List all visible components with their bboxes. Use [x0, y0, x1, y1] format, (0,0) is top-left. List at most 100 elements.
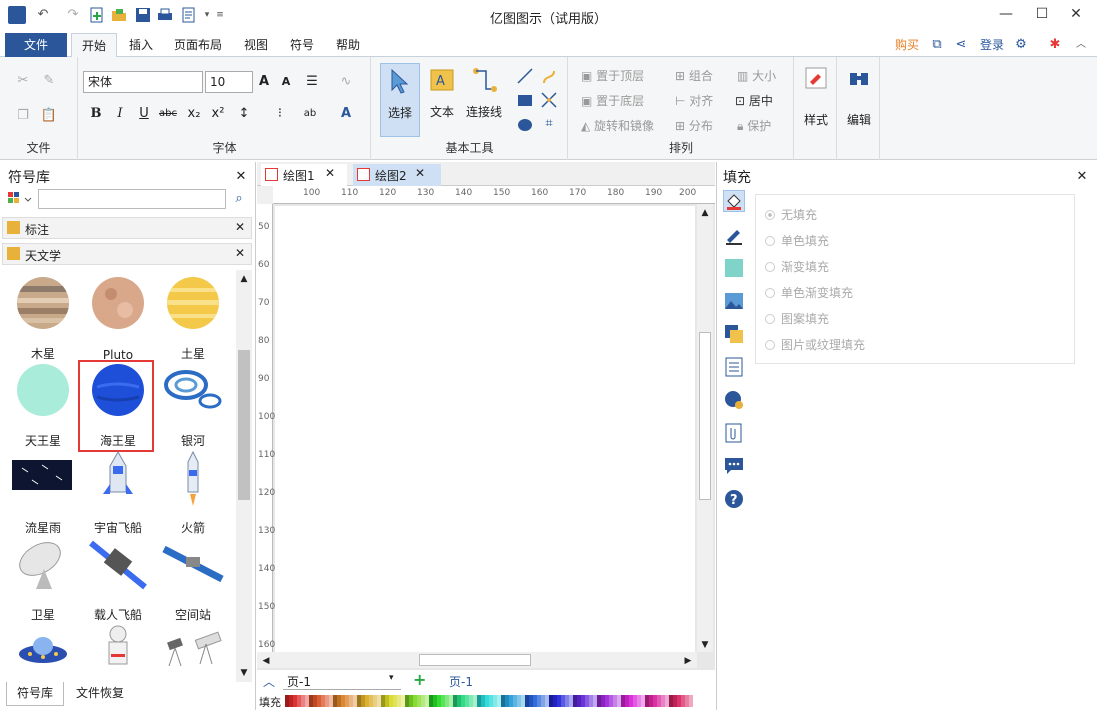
share-icon[interactable]: ⋖ [952, 36, 970, 54]
crop-tool-icon[interactable]: ⌗ [540, 115, 558, 133]
strikethrough-icon[interactable]: abc [159, 105, 177, 123]
settings-gear-icon[interactable]: ⚙ [1012, 36, 1030, 54]
font-size-select[interactable]: 10 [205, 71, 253, 93]
option-pattern-fill[interactable]: 图案填充 [765, 310, 829, 330]
login-link[interactable]: 登录 [976, 33, 1008, 57]
bring-to-front-button[interactable]: ▣ 置于顶层 [581, 67, 644, 84]
style-icon[interactable] [805, 67, 827, 92]
align-button[interactable]: ⊢ 对齐 [675, 92, 713, 109]
help-icon[interactable]: ? [723, 488, 745, 510]
cross-tool-icon[interactable] [540, 91, 558, 112]
curve-tool-icon[interactable] [540, 67, 558, 88]
line-style-icon[interactable] [723, 224, 745, 246]
symbol-rocket[interactable]: 火箭 [156, 450, 230, 536]
bullets-icon[interactable]: ⁝ [271, 105, 289, 123]
rotate-mirror-button[interactable]: ◭ 旋转和镜像 [581, 117, 654, 134]
doc-tab-2[interactable]: 绘图2 ✕ [353, 164, 441, 186]
doc-tab-1[interactable]: 绘图1 ✕ [261, 164, 347, 186]
canvas-horizontal-scrollbar[interactable]: ◀ ▶ [257, 652, 697, 668]
attachment-icon[interactable] [723, 422, 745, 444]
page-select[interactable]: 页-1 ▾ [283, 672, 401, 690]
symbol-space-station[interactable]: 空间站 [156, 537, 230, 623]
layers-icon[interactable] [723, 323, 745, 345]
tab-symbol[interactable]: 符号 [282, 33, 322, 57]
style-button[interactable]: 样式 [795, 111, 837, 128]
italic-icon[interactable]: I [111, 105, 129, 123]
send-to-back-button[interactable]: ▣ 置于底层 [581, 92, 644, 109]
group-button[interactable]: ⊞ 组合 [675, 67, 713, 84]
page-tab[interactable]: 页-1 [449, 673, 473, 690]
library-header-astronomy[interactable]: 天文学 ✕ [2, 243, 252, 265]
bold-icon[interactable]: B [87, 105, 105, 123]
scrollbar-thumb[interactable] [238, 350, 250, 500]
center-button[interactable]: ⊡ 居中 [735, 92, 773, 109]
align-icon[interactable]: ☰ [303, 73, 321, 91]
app-theme-icon[interactable]: ✱ [1046, 36, 1064, 54]
size-button[interactable]: ▥ 大小 [737, 67, 776, 84]
scroll-right-icon[interactable]: ▶ [679, 652, 697, 670]
symbol-meteor-shower[interactable]: 流星雨 [6, 450, 80, 536]
scroll-down-icon[interactable]: ▼ [697, 636, 713, 654]
find-binoculars-icon[interactable] [848, 67, 870, 92]
select-tool-button[interactable]: 选择 [380, 63, 420, 137]
library-header-callouts[interactable]: 标注 ✕ [2, 217, 252, 239]
subscript-icon[interactable]: x₂ [185, 105, 203, 123]
text-tool-button[interactable]: A 文本 [424, 63, 460, 137]
connector-tool-button[interactable]: 连接线 [462, 63, 506, 137]
symbol-telescope[interactable] [156, 624, 230, 682]
share-window-icon[interactable]: ⧉ [928, 36, 946, 54]
line-tool-icon[interactable] [516, 67, 534, 88]
hyperlink-globe-icon[interactable] [723, 389, 745, 411]
ellipse-tool-icon[interactable] [516, 115, 534, 136]
edit-button[interactable]: 编辑 [838, 111, 880, 128]
tab-help[interactable]: 帮助 [328, 33, 368, 57]
fill-bucket-icon[interactable] [723, 190, 745, 212]
close-tab-icon[interactable]: ✕ [415, 166, 425, 180]
tab-symbol-library[interactable]: 符号库 [6, 682, 64, 706]
page-nav-up-icon[interactable]: ︿ [263, 673, 275, 690]
option-single-gradient-fill[interactable]: 单色渐变填充 [765, 284, 853, 304]
close-panel-icon[interactable]: ✕ [1073, 168, 1091, 186]
symbol-saturn[interactable]: 土星 [156, 276, 230, 362]
option-no-fill[interactable]: 无填充 [765, 206, 817, 226]
color-swatches[interactable] [285, 695, 713, 707]
close-library-icon[interactable]: ✕ [235, 220, 245, 234]
curve-icon[interactable]: ∿ [337, 73, 355, 91]
color-swatch[interactable] [689, 695, 693, 707]
tab-file[interactable]: 文件 [5, 33, 67, 57]
scroll-up-icon[interactable]: ▲ [697, 204, 713, 222]
copy-icon[interactable]: ❐ [14, 107, 32, 125]
tab-view[interactable]: 视图 [236, 33, 276, 57]
scroll-left-icon[interactable]: ◀ [257, 652, 275, 670]
buy-link[interactable]: 购买 [890, 33, 924, 57]
rectangle-tool-icon[interactable] [516, 91, 534, 112]
symbol-crewed-spacecraft[interactable]: 载人飞船 [81, 537, 155, 623]
scroll-up-icon[interactable]: ▲ [236, 270, 252, 288]
option-gradient-fill[interactable]: 渐变填充 [765, 258, 829, 278]
symbol-uranus[interactable]: 天王星 [6, 363, 80, 449]
font-name-select[interactable]: 宋体 [83, 71, 203, 93]
symbol-satellite-dish[interactable]: 卫星 [6, 537, 80, 623]
drawing-page[interactable] [275, 206, 695, 652]
scrollbar-thumb[interactable] [419, 654, 531, 666]
image-icon[interactable] [723, 290, 745, 312]
tab-insert[interactable]: 插入 [122, 33, 160, 57]
option-picture-texture-fill[interactable]: 图片或纹理填充 [765, 336, 865, 356]
canvas-vertical-scrollbar[interactable]: ▲ ▼ [697, 204, 713, 652]
symbol-search-input[interactable] [38, 189, 226, 209]
close-panel-icon[interactable]: ✕ [232, 168, 250, 186]
paste-icon[interactable]: 📋 [40, 107, 58, 125]
superscript-icon[interactable]: x² [209, 105, 227, 123]
option-solid-fill[interactable]: 单色填充 [765, 232, 829, 252]
cut-icon[interactable]: ✂ [14, 72, 32, 90]
text-highlight-icon[interactable]: ab [301, 105, 319, 123]
shadow-icon[interactable] [723, 257, 745, 279]
symbol-ufo[interactable] [6, 624, 80, 682]
scroll-down-icon[interactable]: ▼ [236, 664, 252, 682]
maximize-button[interactable]: ☐ [1026, 2, 1058, 26]
search-icon[interactable]: ⌕ [230, 190, 248, 208]
data-list-icon[interactable] [723, 356, 745, 378]
symbol-jupiter[interactable]: 木星 [6, 276, 80, 362]
tab-page-layout[interactable]: 页面布局 [168, 33, 228, 57]
tab-file-recovery[interactable]: 文件恢复 [68, 682, 132, 706]
